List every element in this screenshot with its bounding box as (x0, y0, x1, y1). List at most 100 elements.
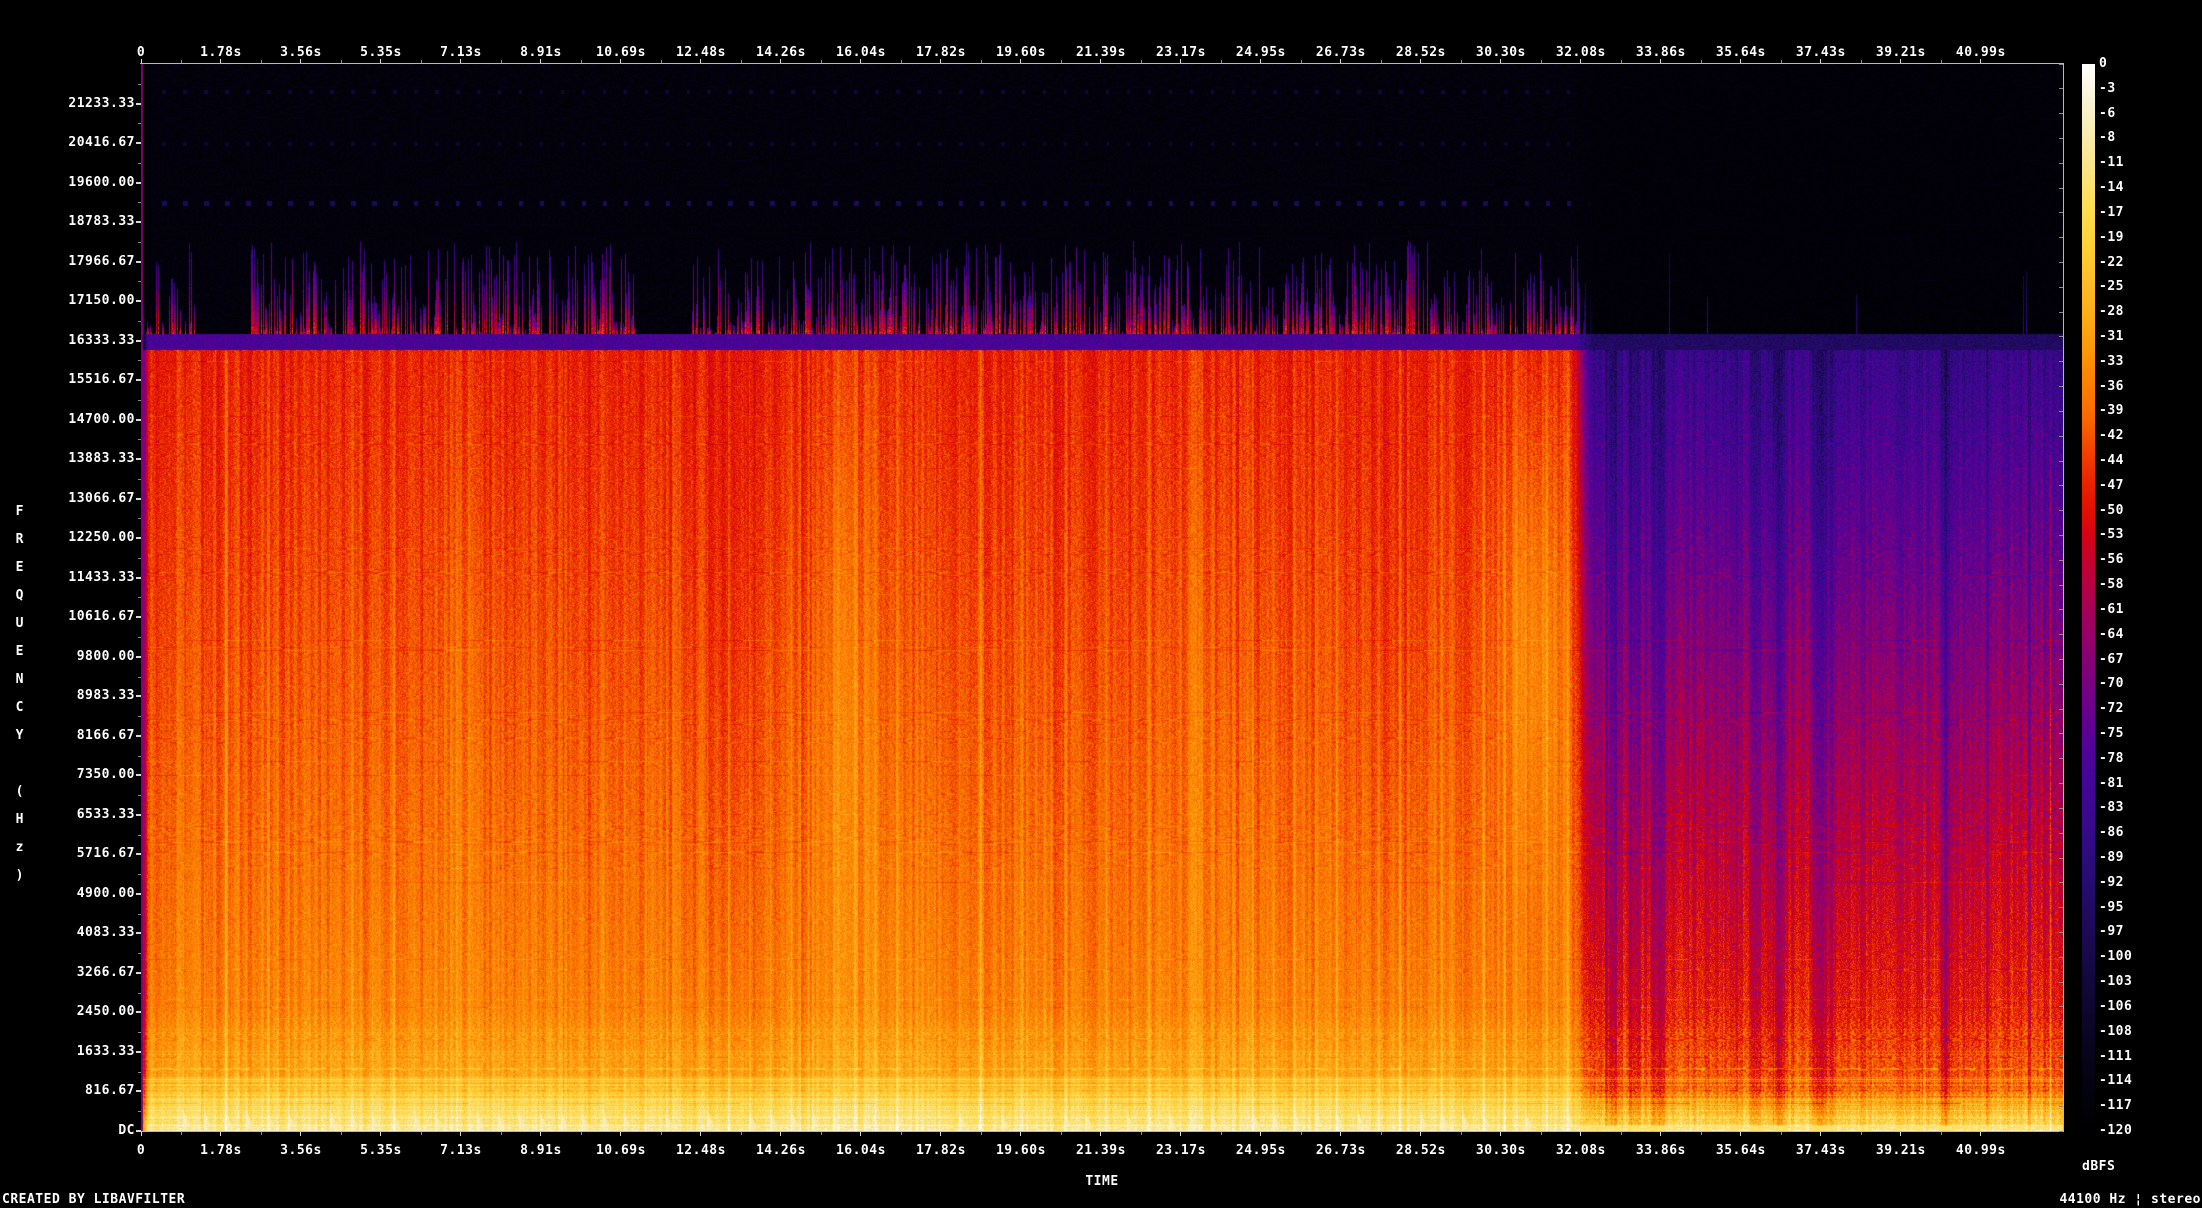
time-major-tick (140, 1132, 142, 1136)
time-major-tick (780, 59, 782, 63)
freq-minor-tick (138, 874, 141, 876)
plot-right-tick (2059, 683, 2063, 685)
legend-tick-label: -81 (2099, 775, 2124, 791)
freq-major-tick (136, 695, 141, 698)
freq-major-tick (136, 221, 141, 224)
footer-credit: CREATED BY LIBAVFILTER (2, 1192, 186, 1207)
plot-right-tick (2059, 956, 2063, 958)
time-minor-tick (1380, 1132, 1382, 1135)
time-minor-tick (900, 60, 902, 63)
plot-right-tick (2059, 1080, 2063, 1082)
legend-tick-label: -120 (2099, 1123, 2133, 1138)
time-minor-tick (1940, 1132, 1942, 1135)
freq-tick-label: 7350.00 (76, 767, 135, 783)
time-minor-tick (180, 1132, 182, 1135)
time-tick-label: 26.73s (1315, 1143, 1366, 1158)
freq-major-tick (136, 181, 141, 184)
time-minor-tick (1860, 1132, 1862, 1135)
time-major-tick (540, 1132, 542, 1136)
plot-right-tick (2059, 659, 2063, 661)
legend-tick-label: -72 (2099, 701, 2124, 717)
freq-tick-label: 13066.67 (68, 490, 135, 506)
time-tick-label: 37.43s (1795, 45, 1846, 60)
time-major-tick (1420, 1132, 1422, 1136)
time-minor-tick (1860, 60, 1862, 63)
freq-tick-label: 2450.00 (76, 1004, 135, 1020)
time-major-tick (220, 1132, 222, 1136)
freq-minor-tick (138, 597, 141, 599)
freq-minor-tick (138, 478, 141, 480)
time-minor-tick (1620, 1132, 1622, 1135)
freq-tick-label: 14700.00 (68, 411, 135, 427)
time-tick-label: 1.78s (200, 45, 242, 60)
freq-minor-tick (138, 557, 141, 559)
freq-minor-tick (138, 1071, 141, 1073)
freq-major-tick (136, 1050, 141, 1053)
time-tick-label: 3.56s (280, 1143, 322, 1158)
time-major-tick (140, 59, 142, 63)
freq-tick-label: 20416.67 (68, 135, 135, 151)
plot-right-tick (2059, 783, 2063, 785)
freq-major-tick (136, 655, 141, 658)
freq-minor-tick (138, 755, 141, 757)
legend-tick-label: -58 (2099, 577, 2124, 593)
freq-minor-tick (138, 281, 141, 283)
freq-minor-tick (138, 83, 141, 85)
plot-right-tick (2059, 435, 2063, 437)
legend-tick-label: -92 (2099, 874, 2124, 890)
freq-tick-label: 16333.33 (68, 332, 135, 348)
legend-tick-label: -111 (2099, 1048, 2133, 1064)
freq-major-tick (136, 260, 141, 263)
freq-minor-tick (138, 399, 141, 401)
plot-right-tick (2059, 1006, 2063, 1008)
time-minor-tick (1780, 1132, 1782, 1135)
freq-tick-label: 816.67 (85, 1083, 135, 1099)
legend-tick-label: -14 (2099, 180, 2124, 196)
time-major-tick (1660, 1132, 1662, 1136)
freq-major-tick (136, 734, 141, 737)
time-major-tick (1820, 1132, 1822, 1136)
time-minor-tick (1300, 1132, 1302, 1135)
freq-major-tick (136, 1130, 141, 1132)
plot-right-tick (2059, 857, 2063, 859)
time-major-tick (1100, 1132, 1102, 1136)
legend-tick-label: -103 (2099, 974, 2133, 990)
plot-right-tick (2059, 1130, 2063, 1132)
time-tick-label: 7.13s (440, 1143, 482, 1158)
freq-minor-tick (138, 202, 141, 204)
time-tick-label: 0 (136, 45, 146, 60)
time-minor-tick (1060, 60, 1062, 63)
freq-minor-tick (138, 637, 141, 639)
legend-tick-label: 0 (2099, 56, 2108, 71)
freq-tick-label: 12250.00 (68, 530, 135, 546)
time-minor-tick (1380, 60, 1382, 63)
time-minor-tick (1460, 1132, 1462, 1135)
time-tick-label: 33.86s (1635, 1143, 1686, 1158)
legend-tick-label: -56 (2099, 552, 2124, 568)
time-minor-tick (1300, 60, 1302, 63)
time-major-tick (1580, 1132, 1582, 1136)
freq-tick-label: 19600.00 (68, 174, 135, 190)
time-tick-label: 35.64s (1715, 1143, 1766, 1158)
plot-right-tick (2059, 187, 2063, 189)
time-minor-tick (1060, 1132, 1062, 1135)
time-major-tick (1340, 1132, 1342, 1136)
plot-right-border (2063, 63, 2064, 1132)
freq-major-tick (136, 497, 141, 500)
freq-tick-label: 3266.67 (76, 964, 135, 980)
freq-minor-tick (138, 913, 141, 915)
freq-major-tick (136, 142, 141, 145)
time-minor-tick (1700, 1132, 1702, 1135)
freq-minor-tick (138, 992, 141, 994)
plot-right-tick (2059, 237, 2063, 239)
legend-tick-label: -64 (2099, 626, 2124, 642)
freq-minor-tick (138, 162, 141, 164)
freq-major-tick (136, 418, 141, 421)
freq-tick-label: 1633.33 (76, 1043, 135, 1059)
time-tick-label: 30.30s (1475, 1143, 1526, 1158)
freq-tick-label: 15516.67 (68, 372, 135, 388)
freq-major-tick (136, 379, 141, 382)
time-minor-tick (1940, 60, 1942, 63)
legend-tick-label: -6 (2099, 105, 2116, 121)
time-minor-tick (820, 1132, 822, 1135)
